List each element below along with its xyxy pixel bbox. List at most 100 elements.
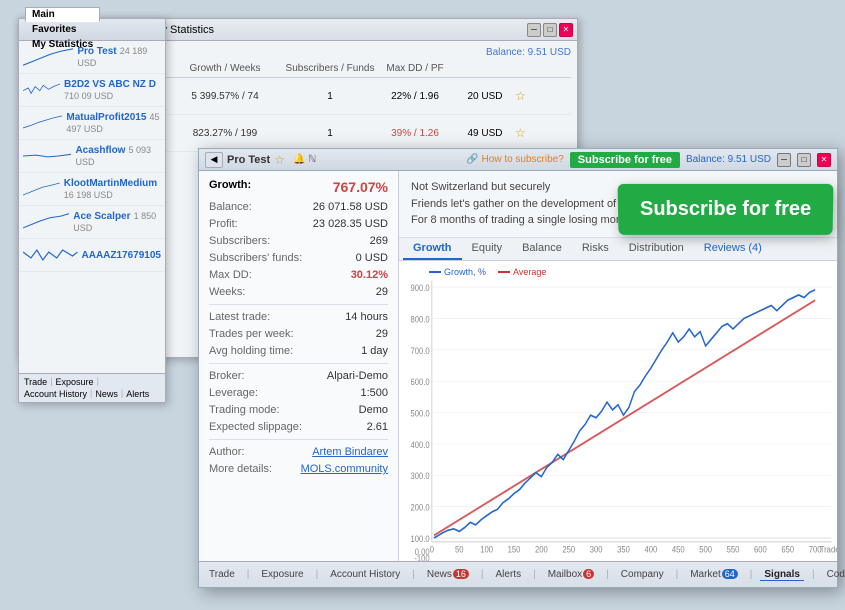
mini-signal-item[interactable]: Ace Scalper 1 850 USD	[19, 206, 165, 239]
svg-text:600.0: 600.0	[411, 376, 430, 387]
toolbar-mailbox[interactable]: Mailbox6	[544, 569, 598, 580]
front-balance-display: Balance: 9.51 USD	[686, 154, 771, 165]
more-details-link[interactable]: MOLS.community	[301, 463, 388, 475]
chart-area: Growth, % Average	[399, 261, 837, 562]
svg-text:150: 150	[508, 543, 521, 554]
left-panel-bottom-tabs: Trade | Exposure | Account History | New…	[19, 373, 165, 402]
legend-average: Average	[498, 267, 546, 277]
minimize-button[interactable]: ─	[527, 23, 541, 37]
signal-price: 20 USD	[455, 91, 515, 102]
how-to-subscribe-link[interactable]: 🔗 How to subscribe?	[466, 154, 564, 165]
toolbar-exposure[interactable]: Exposure	[257, 569, 307, 580]
star-icon[interactable]: ☆	[274, 153, 285, 167]
col-dd-header: Max DD / PF	[375, 63, 455, 74]
stats-panel: Growth: 767.07% Balance: 26 071.58 USD P…	[199, 171, 399, 561]
svg-text:650: 650	[781, 543, 794, 554]
mini-signals-list: Pro Test 24 189 USD B2D2 VS ABC NZ D 710…	[19, 41, 165, 272]
mini-signal-name: B2D2 VS ABC NZ D	[64, 79, 156, 90]
stat-subscribers: Subscribers: 269	[209, 235, 388, 247]
stat-avg-holding: Avg holding time: 1 day	[209, 345, 388, 357]
tab-exposure[interactable]: Exposure	[53, 376, 97, 388]
stats-header: Growth: 767.07%	[209, 179, 388, 195]
front-window-title: Pro Test	[227, 154, 270, 166]
author-link[interactable]: Artem Bindarev	[312, 446, 388, 458]
tab-distribution[interactable]: Distribution	[619, 238, 694, 260]
signal-id: 🔔 ℕ	[293, 154, 316, 165]
svg-text:500: 500	[699, 543, 712, 554]
stat-author: Author: Artem Bindarev	[209, 446, 388, 458]
tab-favorites-mini[interactable]: Favorites	[25, 22, 100, 37]
svg-text:400: 400	[644, 543, 657, 554]
back-window-controls: ─ □ ✕	[527, 23, 573, 37]
mini-signal-val: 710 09 USD	[64, 91, 113, 101]
svg-text:800.0: 800.0	[411, 313, 430, 324]
svg-text:300: 300	[590, 543, 603, 554]
legend-growth-dot	[429, 271, 441, 273]
stat-maxdd: Max DD: 30.12%	[209, 269, 388, 281]
mini-chart	[23, 176, 60, 202]
stat-sub-funds: Subscribers' funds: 0 USD	[209, 252, 388, 264]
svg-text:900.0: 900.0	[411, 282, 430, 293]
stat-trading-mode: Trading mode: Demo	[209, 404, 388, 416]
close-button[interactable]: ✕	[559, 23, 573, 37]
star-icon[interactable]: ☆	[515, 89, 535, 103]
toolbar-trade[interactable]: Trade	[205, 569, 239, 580]
close-button[interactable]: ✕	[817, 153, 831, 167]
tab-main-mini[interactable]: Main	[25, 7, 100, 22]
toolbar-news[interactable]: News16	[423, 569, 473, 580]
toolbar-account-history[interactable]: Account History	[326, 569, 404, 580]
tab-risks[interactable]: Risks	[572, 238, 619, 260]
col-growth-header: Growth / Weeks	[165, 63, 285, 74]
stat-leverage: Leverage: 1:500	[209, 387, 388, 399]
tab-equity[interactable]: Equity	[462, 238, 513, 260]
subscribe-for-free-badge[interactable]: Subscribe for free	[617, 184, 833, 235]
star-icon[interactable]: ☆	[515, 126, 535, 140]
legend-growth: Growth, %	[429, 267, 486, 277]
stat-expected-slippage: Expected slippage: 2.61	[209, 421, 388, 433]
minimize-button[interactable]: ─	[777, 153, 791, 167]
news-badge: 16	[453, 569, 469, 579]
signal-subs: 1	[285, 91, 375, 102]
svg-text:200.0: 200.0	[411, 501, 430, 512]
tab-balance[interactable]: Balance	[512, 238, 572, 260]
mini-chart	[23, 44, 73, 70]
mini-chart	[23, 143, 71, 169]
tab-account-history[interactable]: Account History	[21, 388, 90, 400]
growth-value: 767.07%	[333, 179, 388, 195]
toolbar-market[interactable]: Market64	[686, 569, 742, 580]
svg-text:450: 450	[672, 543, 685, 554]
signal-dd: 39% / 1.26	[375, 128, 455, 139]
col-subs-header: Subscribers / Funds	[285, 63, 375, 74]
tab-trade[interactable]: Trade	[21, 376, 50, 388]
mini-signal-item[interactable]: AAAAZ17679105	[19, 239, 165, 272]
svg-text:100: 100	[480, 543, 493, 554]
toolbar-signals[interactable]: Signals	[760, 569, 804, 581]
mini-signal-name: KlootMartinMedium	[64, 178, 157, 189]
tab-news[interactable]: News	[92, 388, 121, 400]
mini-signal-item[interactable]: MatualProfit2015 45 497 USD	[19, 107, 165, 140]
maximize-button[interactable]: □	[543, 23, 557, 37]
signal-growth: 5 399.57% / 74	[165, 91, 285, 102]
mini-signal-item[interactable]: Pro Test 24 189 USD	[19, 41, 165, 74]
mini-signal-item[interactable]: Acashflow 5 093 USD	[19, 140, 165, 173]
toolbar-code-base[interactable]: Code Base	[823, 569, 845, 580]
mini-signal-item[interactable]: B2D2 VS ABC NZ D 710 09 USD	[19, 74, 165, 107]
chart-tabs: Growth Equity Balance Risks Distribution…	[399, 238, 837, 261]
svg-text:0: 0	[430, 543, 435, 554]
maximize-button[interactable]: □	[797, 153, 811, 167]
mini-signal-name: Pro Test	[77, 46, 116, 57]
mini-chart	[23, 110, 62, 136]
tab-growth[interactable]: Growth	[403, 238, 462, 260]
tab-reviews[interactable]: Reviews (4)	[694, 238, 772, 260]
svg-text:100.0: 100.0	[411, 533, 430, 544]
mini-signal-item[interactable]: KlootMartinMedium 16 198 USD	[19, 173, 165, 206]
toolbar-alerts[interactable]: Alerts	[492, 569, 526, 580]
subscribe-for-free-button[interactable]: Subscribe for free	[570, 152, 680, 168]
tab-alerts[interactable]: Alerts	[123, 388, 152, 400]
back-nav-button[interactable]: ◀	[205, 152, 223, 168]
toolbar-company[interactable]: Company	[617, 569, 668, 580]
mini-signal-name: AAAAZ17679105	[82, 250, 162, 261]
mini-signal-name: Ace Scalper	[73, 211, 130, 222]
svg-text:300.0: 300.0	[411, 470, 430, 481]
legend-growth-label: Growth, %	[444, 267, 486, 277]
